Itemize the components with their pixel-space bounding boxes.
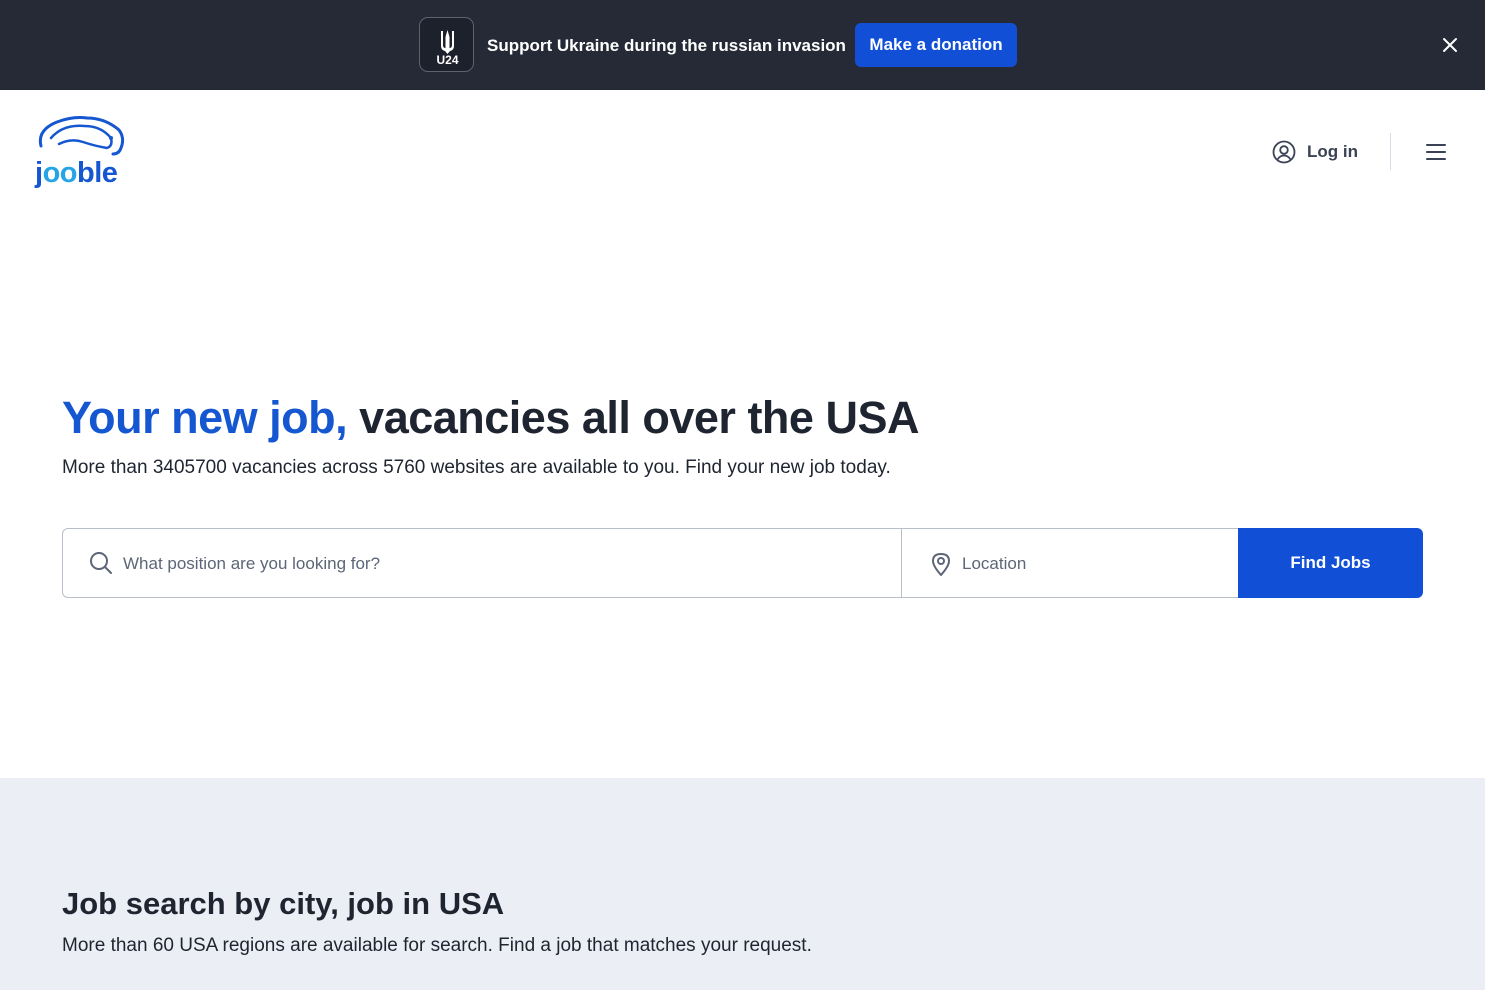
location-input[interactable] — [962, 549, 1222, 579]
cities-section-subtitle: More than 60 USA regions are available f… — [62, 935, 812, 956]
header-divider — [1390, 133, 1391, 170]
login-link[interactable]: Log in — [1272, 138, 1358, 166]
u24-logo-text: U24 — [436, 53, 458, 67]
hero-title-accent: Your new job, — [62, 392, 348, 443]
jooble-logo[interactable]: jooble — [33, 114, 127, 189]
ukraine-support-banner: U24 Support Ukraine during the russian i… — [0, 0, 1485, 90]
login-label: Log in — [1307, 142, 1358, 161]
find-jobs-button[interactable]: Find Jobs — [1238, 528, 1423, 598]
job-search-by-city-section: Job search by city, job in USA More than… — [0, 778, 1485, 990]
location-pin-icon — [930, 552, 952, 576]
position-search-box[interactable] — [62, 528, 902, 598]
hero-title-rest: vacancies all over the USA — [347, 392, 919, 443]
position-search-input[interactable] — [123, 549, 883, 579]
hero-title: Your new job, vacancies all over the USA — [62, 392, 919, 444]
make-donation-button[interactable]: Make a donation — [855, 23, 1017, 67]
u24-logo[interactable]: U24 — [419, 17, 474, 72]
jooble-logo-text: jooble — [34, 157, 118, 188]
location-search-box[interactable] — [901, 528, 1239, 598]
banner-message: Support Ukraine during the russian invas… — [487, 36, 846, 55]
cities-section-title: Job search by city, job in USA — [62, 886, 505, 921]
trident-icon: U24 — [436, 30, 459, 67]
hamburger-menu-icon[interactable] — [1425, 142, 1447, 162]
search-icon — [89, 551, 113, 575]
close-icon[interactable] — [1440, 35, 1460, 55]
hero-subtitle: More than 3405700 vacancies across 5760 … — [62, 457, 891, 478]
user-circle-icon — [1272, 140, 1296, 164]
